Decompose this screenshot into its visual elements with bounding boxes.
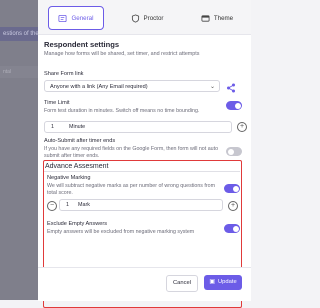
share-label: Share Form link [44, 71, 84, 77]
tab-bar: General Proctor Theme [38, 0, 251, 35]
negative-marking-label: Negative Marking [47, 175, 91, 181]
chevron-down-icon: ⌄ [209, 84, 215, 90]
advance-assessment-title: Advance Assesment [45, 163, 109, 170]
exclude-empty-label: Exclude Empty Answers [47, 221, 108, 227]
time-limit-description: Form test duration in minutes. Switch of… [44, 108, 200, 114]
time-limit-toggle[interactable] [226, 101, 242, 110]
tab-general[interactable]: General [48, 6, 104, 30]
negative-marking-unit: Mark [78, 202, 90, 208]
cancel-button[interactable]: Cancel [166, 275, 198, 292]
share-select-value: Anyone with a link (Any Email required) [50, 84, 148, 90]
time-limit-unit: Minute [69, 124, 86, 130]
negative-marking-value: 1 [66, 202, 69, 208]
update-button[interactable]: ▣ Update [204, 275, 242, 290]
exclude-empty-description: Empty answers will be excluded from nega… [47, 229, 195, 235]
divider [44, 171, 240, 172]
negative-marking-description: We will subtract negative marks as per n… [47, 183, 216, 197]
time-limit-label: Time Limit [44, 100, 70, 106]
share-select[interactable]: Anyone with a link (Any Email required) … [44, 80, 220, 92]
tab-theme-label: Theme [213, 14, 234, 22]
page-title: Respondent settings [44, 40, 120, 49]
page-subtitle: Manage how forms will be shared, set tim… [44, 51, 200, 57]
share-icon[interactable] [226, 80, 238, 93]
tab-general-label: General [71, 14, 94, 22]
negative-marking-toggle[interactable] [224, 184, 240, 193]
time-limit-plus-icon[interactable]: + [237, 122, 247, 132]
tab-proctor-label: Proctor [143, 14, 164, 22]
auto-submit-toggle[interactable] [226, 147, 242, 156]
auto-submit-label: Auto-Submit after timer ends [44, 138, 116, 144]
update-button-label: Update [217, 279, 237, 285]
settings-content: Respondent settings Manage how forms wil… [38, 35, 251, 308]
save-icon: ▣ [209, 279, 215, 285]
negative-marking-input[interactable]: 1 Mark [59, 199, 223, 211]
tab-proctor[interactable]: Proctor [122, 6, 172, 30]
settings-panel: General Proctor Theme Respondent setting… [38, 0, 251, 308]
background-row: ntal [0, 66, 43, 78]
negative-marking-minus-icon[interactable]: − [47, 201, 57, 211]
negative-marking-plus-icon[interactable]: + [228, 201, 238, 211]
time-limit-input[interactable]: 1 Minute [44, 121, 232, 133]
background-highlight-row: estions of the ... [0, 27, 43, 41]
exclude-empty-toggle[interactable] [224, 224, 240, 233]
theme-icon [201, 14, 210, 22]
shield-icon [131, 13, 139, 23]
time-limit-value: 1 [51, 124, 54, 130]
tab-theme[interactable]: Theme [192, 6, 242, 30]
form-icon [58, 14, 67, 22]
auto-submit-description: If you have any required fields on the G… [44, 146, 219, 160]
